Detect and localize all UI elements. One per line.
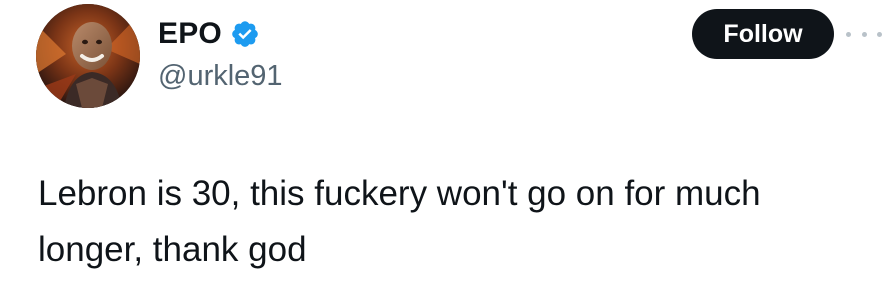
author-name-row: EPO (158, 14, 260, 54)
display-name[interactable]: EPO (158, 17, 222, 51)
verified-badge-icon (230, 19, 260, 49)
more-dot (861, 31, 867, 37)
tweet-card: EPO @urkle91 Follow Lebron is 30, this f… (0, 0, 885, 295)
avatar[interactable] (36, 4, 140, 108)
more-options-icon[interactable] (846, 24, 882, 44)
avatar-image (36, 4, 140, 108)
tweet-text: Lebron is 30, this fuckery won't go on f… (38, 174, 761, 269)
follow-button[interactable]: Follow (692, 9, 834, 59)
more-dot (877, 31, 882, 37)
more-dot (846, 31, 851, 37)
author-handle[interactable]: @urkle91 (158, 60, 283, 93)
